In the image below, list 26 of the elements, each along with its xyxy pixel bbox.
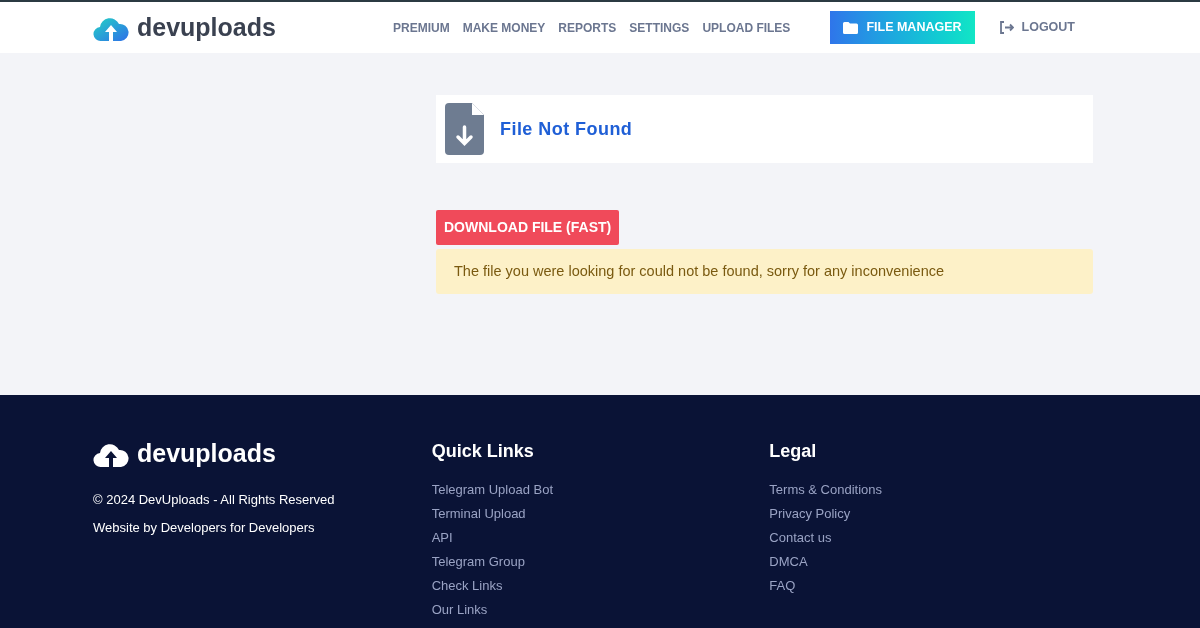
footer-link[interactable]: Telegram Group: [431, 553, 770, 571]
footer-link[interactable]: Our Links: [431, 601, 770, 619]
footer-link[interactable]: Telegram Upload Bot: [431, 481, 770, 499]
nav-link[interactable]: PREMIUM: [393, 18, 450, 37]
footer-link[interactable]: Check Links: [431, 577, 770, 595]
file-title: File Not Found: [500, 117, 633, 141]
footer-link[interactable]: Privacy Policy: [769, 505, 1107, 523]
nav-link[interactable]: SETTINGS: [629, 18, 690, 37]
logo-text[interactable]: devuploads: [137, 8, 276, 47]
footer-column-title: Quick Links: [431, 440, 535, 463]
copyright-text: © 2024 DevUploads - All Rights Reserved: [93, 490, 336, 509]
logout-button[interactable]: LOGOUT: [998, 18, 1075, 37]
nav-link[interactable]: UPLOAD FILES: [702, 18, 791, 37]
tagline-text: Website by Developers for Developers: [93, 519, 316, 537]
footer-link[interactable]: Contact us: [769, 529, 1107, 547]
footer-link[interactable]: Terms & Conditions: [769, 481, 1107, 499]
download-button[interactable]: DOWNLOAD FILE (FAST): [436, 210, 620, 245]
footer-link[interactable]: FAQ: [769, 577, 1107, 595]
alert-message: The file you were looking for could not be found, sorry for any inconvenience: [436, 249, 1093, 294]
nav-link[interactable]: MAKE MONEY: [462, 18, 546, 37]
footer-link[interactable]: DMCA: [769, 553, 1107, 571]
footer-column-title: Legal: [769, 440, 818, 463]
footer-link[interactable]: Terminal Upload: [431, 505, 770, 523]
footer-link[interactable]: API: [431, 529, 770, 547]
footer-logo-text[interactable]: devuploads: [137, 435, 276, 473]
nav-link[interactable]: REPORTS: [558, 18, 617, 37]
